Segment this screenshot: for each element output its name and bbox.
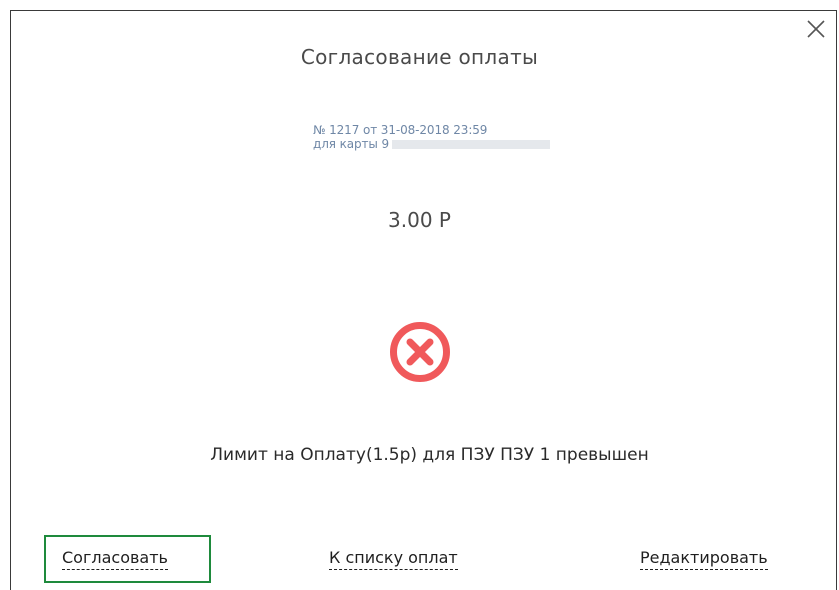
payment-amount: 3.00 Р [388, 208, 451, 232]
payment-info: № 1217 от 31-08-2018 23:59 для карты 9 [313, 123, 551, 151]
payment-approval-dialog [10, 10, 837, 590]
back-to-list-button[interactable]: К списку оплат [329, 548, 458, 570]
card-line: для карты 9 [313, 137, 551, 151]
card-prefix: 9 [381, 137, 390, 151]
masked-card-number [392, 140, 551, 149]
dialog-title: Согласование оплаты [300, 45, 539, 69]
card-label: для карты [313, 137, 378, 151]
payment-number: № 1217 от 31-08-2018 23:59 [313, 123, 488, 137]
edit-button[interactable]: Редактировать [640, 548, 768, 570]
approve-button[interactable]: Согласовать [62, 548, 168, 570]
status-message: Лимит на Оплату(1.5р) для ПЗУ ПЗУ 1 прев… [210, 445, 649, 465]
error-circle-icon [388, 320, 452, 384]
close-icon[interactable] [803, 16, 829, 42]
